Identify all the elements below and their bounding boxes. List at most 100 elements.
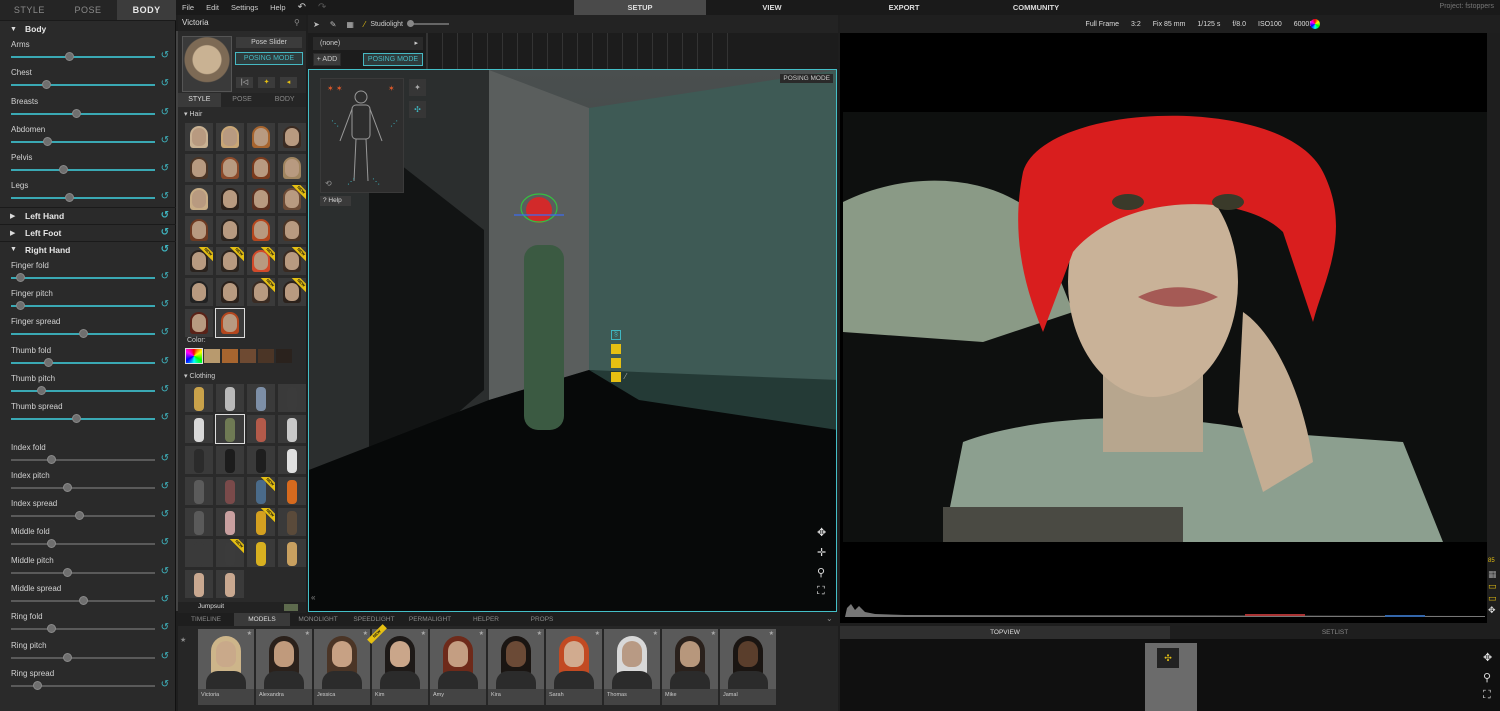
slider-track[interactable]	[11, 656, 155, 659]
redo-icon[interactable]: ↷	[312, 2, 332, 13]
clothing-thumb[interactable]	[216, 570, 244, 598]
tab-helper[interactable]: HELPER	[458, 613, 514, 626]
clothing-thumb[interactable]	[278, 539, 306, 567]
hair-style-thumb[interactable]	[247, 216, 275, 244]
clothing-thumb[interactable]	[185, 477, 213, 505]
reset-icon[interactable]: ↺	[161, 594, 169, 605]
color-swatch[interactable]	[276, 349, 292, 363]
reset-icon[interactable]: ↺	[161, 227, 169, 238]
clothing-thumb[interactable]	[185, 570, 213, 598]
section-left-foot-header[interactable]: ▶ Left Foot ↺	[0, 223, 176, 241]
reset-icon[interactable]: ↺	[161, 481, 169, 492]
hair-style-thumb[interactable]	[278, 123, 306, 151]
reset-icon[interactable]: ↺	[161, 244, 169, 255]
slider-knob[interactable]	[15, 301, 25, 311]
hair-style-thumb[interactable]	[216, 278, 244, 306]
topview-model-marker[interactable]: ✣	[1157, 648, 1179, 668]
camera-setting[interactable]: Full Frame	[1080, 21, 1125, 28]
frame-yellow-icon[interactable]: ▭	[1488, 593, 1497, 604]
cursor-icon[interactable]: ➤	[308, 20, 325, 29]
hair-style-thumb[interactable]	[185, 309, 213, 337]
pin-cyan-icon[interactable]: ⋰	[347, 177, 355, 186]
pin-icon[interactable]: ⚲	[294, 18, 300, 27]
collapse-down-icon[interactable]: ⌄	[826, 614, 833, 623]
tab-topview[interactable]: TOPVIEW	[840, 626, 1170, 639]
posing-mode-toggle[interactable]: POSING MODE	[363, 53, 423, 66]
clothing-thumb[interactable]	[216, 384, 244, 412]
move-gizmo-icon[interactable]: ✣	[409, 101, 426, 118]
mirror-pose-icon[interactable]: |◁	[235, 76, 254, 89]
star-icon[interactable]: ★	[421, 630, 426, 637]
walk-icon[interactable]: ✦	[409, 79, 426, 96]
hair-style-thumb[interactable]	[278, 216, 306, 244]
slider-track[interactable]	[11, 543, 155, 546]
clothing-thumb[interactable]	[215, 414, 245, 444]
color-picker-swatch[interactable]	[185, 348, 203, 364]
tab-body[interactable]: BODY	[263, 93, 306, 107]
reset-icon[interactable]: ↺	[161, 163, 169, 174]
model-card[interactable]: ★ Victoria	[198, 629, 254, 705]
hair-style-thumb[interactable]: NEW	[278, 185, 306, 213]
reset-icon[interactable]: ↺	[161, 50, 169, 61]
hair-style-thumb[interactable]	[216, 154, 244, 182]
hair-style-thumb[interactable]: NEW	[216, 247, 244, 275]
hair-style-thumb[interactable]	[185, 154, 213, 182]
slider-knob[interactable]	[43, 136, 52, 146]
slider-knob[interactable]	[79, 596, 88, 606]
frame-icon[interactable]: ⛶	[1483, 689, 1491, 702]
hair-style-thumb[interactable]: NEW	[278, 278, 306, 306]
slider-knob[interactable]	[63, 482, 73, 492]
pose-slider-button[interactable]: Pose Slider	[235, 36, 303, 49]
clothing-thumb[interactable]	[247, 539, 275, 567]
pose-select[interactable]: (none) ▸	[313, 37, 423, 50]
slider-track[interactable]	[11, 84, 155, 87]
model-card[interactable]: ★ Mike	[662, 629, 718, 705]
clothing-thumb[interactable]	[247, 384, 275, 412]
slider-knob[interactable]	[407, 20, 415, 27]
model-card[interactable]: ★ Kira	[488, 629, 544, 705]
star-icon[interactable]: ★	[479, 630, 484, 637]
tab-timeline[interactable]: TIMELINE	[178, 613, 234, 626]
slider-knob[interactable]	[71, 414, 81, 424]
slider-knob[interactable]	[47, 539, 57, 549]
body-sliders-list[interactable]: ▼ Body Arms ↺ Chest ↺ Breasts ↺ Abdomen ↺ Pelvis…	[0, 20, 176, 711]
tab-pose[interactable]: POSE	[221, 93, 264, 107]
posing-mode-button[interactable]: POSING MODE	[235, 52, 303, 65]
ik-yellow-icon[interactable]	[611, 344, 621, 354]
reset-icon[interactable]: ↺	[161, 412, 169, 423]
tab-props[interactable]: PROPS	[514, 613, 570, 626]
section-body-header[interactable]: ▼ Body	[0, 20, 176, 37]
clothing-thumb[interactable]: NEW	[216, 539, 244, 567]
topview-map[interactable]: ✣ ✥ ⚲ ⛶	[840, 639, 1500, 711]
add-button[interactable]: + ADD	[313, 53, 341, 66]
reset-icon[interactable]: ↺	[161, 107, 169, 118]
hair-style-thumb[interactable]	[185, 123, 213, 151]
clothing-section-header[interactable]: ▾ Clothing	[178, 372, 215, 380]
slider-track[interactable]	[11, 361, 155, 364]
reset-icon[interactable]: ↺	[161, 537, 169, 548]
pose-figure-widget[interactable]: ✶ ✶ ✶ ⋰ ⋱ ⋰ ⋱ ⟲	[320, 78, 404, 193]
hair-style-thumb[interactable]	[185, 185, 213, 213]
model-card[interactable]: ★ Thomas	[604, 629, 660, 705]
reset-icon[interactable]: ↺	[161, 356, 169, 367]
clothing-thumb[interactable]	[216, 477, 244, 505]
clothing-thumb[interactable]	[185, 508, 213, 536]
camera-setting[interactable]: ISO100	[1252, 21, 1288, 28]
render-preview-image[interactable]	[843, 112, 1487, 542]
clothing-thumb[interactable]	[185, 384, 213, 412]
hair-style-thumb[interactable]: NEW	[278, 247, 306, 275]
brush-icon[interactable]: ✎	[325, 20, 342, 29]
menu-edit[interactable]: Edit	[200, 3, 225, 12]
tab-speedlight[interactable]: SPEEDLIGHT	[346, 613, 402, 626]
reset-icon[interactable]: ↺	[161, 78, 169, 89]
slider-knob[interactable]	[41, 80, 51, 90]
slider-track[interactable]	[11, 276, 155, 279]
slider-track[interactable]	[11, 305, 155, 308]
slider-knob[interactable]	[64, 52, 74, 61]
star-icon[interactable]: ★	[305, 630, 310, 637]
reset-icon[interactable]: ↺	[161, 453, 169, 464]
hair-style-thumb[interactable]	[185, 278, 213, 306]
clothing-thumb[interactable]	[185, 415, 213, 443]
slider-knob[interactable]	[79, 329, 88, 339]
star-icon[interactable]: ★	[363, 630, 368, 637]
